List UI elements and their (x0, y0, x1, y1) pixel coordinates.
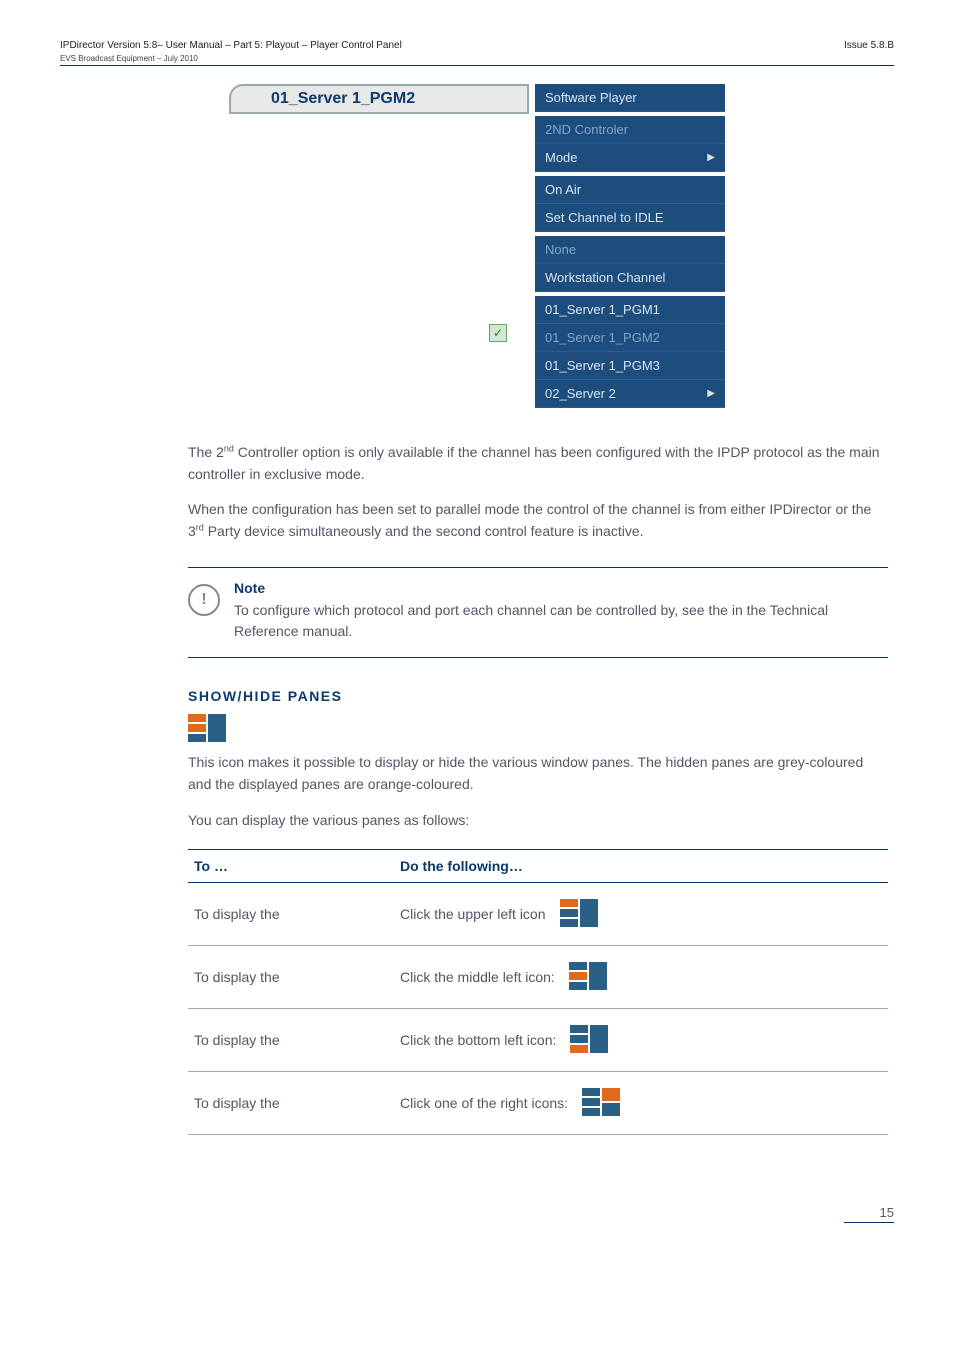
row4-right: Click one of the right icons: (400, 1088, 882, 1118)
table-row: To display the Click the middle left ico… (188, 946, 888, 1009)
menu-2nd-controller: 2ND Controler (535, 116, 725, 144)
menu-software-player[interactable]: Software Player (535, 84, 725, 112)
chevron-right-icon: ▶ (707, 152, 715, 163)
menu-mode-label: Mode (545, 150, 578, 165)
menu-pgm1[interactable]: 01_Server 1_PGM1 (535, 296, 725, 324)
channel-tab[interactable]: 01_Server 1_PGM2 (229, 84, 529, 114)
header-sub: EVS Broadcast Equipment – July 2010 (60, 54, 894, 63)
menu-pgm2[interactable]: 01_Server 1_PGM2 (535, 324, 725, 352)
menu-pgm3[interactable]: 01_Server 1_PGM3 (535, 352, 725, 380)
col-head-2: Do the following… (394, 850, 888, 883)
table-row: To display the Click one of the right ic… (188, 1072, 888, 1135)
panes-intro: This icon makes it possible to display o… (188, 752, 888, 795)
note-block: ! Note To configure which protocol and p… (188, 567, 888, 658)
row2-left: To display the (188, 946, 394, 1009)
menu-set-idle[interactable]: Set Channel to IDLE (535, 204, 725, 232)
row1-left: To display the (188, 883, 394, 946)
operations-table: To … Do the following… To display the Cl… (188, 849, 888, 1135)
paragraph-2: When the configuration has been set to p… (188, 499, 888, 542)
row2-right: Click the middle left icon: (400, 962, 882, 992)
header-rule (60, 65, 894, 66)
paragraph-1: The 2nd Controller option is only availa… (188, 442, 888, 485)
chevron-right-icon: ▶ (707, 388, 715, 399)
menu-server2[interactable]: 02_Server 2 ▶ (535, 380, 725, 408)
panes-follow: You can display the various panes as fol… (188, 810, 888, 832)
note-body: To configure which protocol and port eac… (234, 600, 888, 643)
menu-on-air[interactable]: On Air (535, 176, 725, 204)
header-right: Issue 5.8.B (844, 40, 894, 51)
note-heading: Note (234, 580, 888, 596)
check-icon: ✓ (489, 324, 507, 342)
page-number: 15 (0, 1205, 894, 1220)
row4-left: To display the (188, 1072, 394, 1135)
menu-server2-label: 02_Server 2 (545, 386, 616, 401)
table-row: To display the Click the bottom left ico… (188, 1009, 888, 1072)
row3-left: To display the (188, 1009, 394, 1072)
menu-workstation-channel[interactable]: Workstation Channel (535, 264, 725, 292)
channel-menu-figure: 01_Server 1_PGM2 Software Player 2ND Con… (60, 84, 894, 412)
info-icon: ! (188, 584, 220, 616)
menu-mode[interactable]: Mode ▶ (535, 144, 725, 172)
table-row: To display the Click the upper left icon (188, 883, 888, 946)
header-left: IPDirector Version 5.8– User Manual – Pa… (60, 40, 402, 51)
menu-none[interactable]: None (535, 236, 725, 264)
channel-tab-label: 01_Server 1_PGM2 (271, 90, 415, 108)
page-number-rule (844, 1222, 894, 1223)
col-head-1: To … (188, 850, 394, 883)
row3-right: Click the bottom left icon: (400, 1025, 882, 1055)
row1-right: Click the upper left icon (400, 899, 882, 929)
show-hide-panes-icon (188, 714, 894, 744)
section-title: SHOW/HIDE PANES (188, 688, 894, 704)
